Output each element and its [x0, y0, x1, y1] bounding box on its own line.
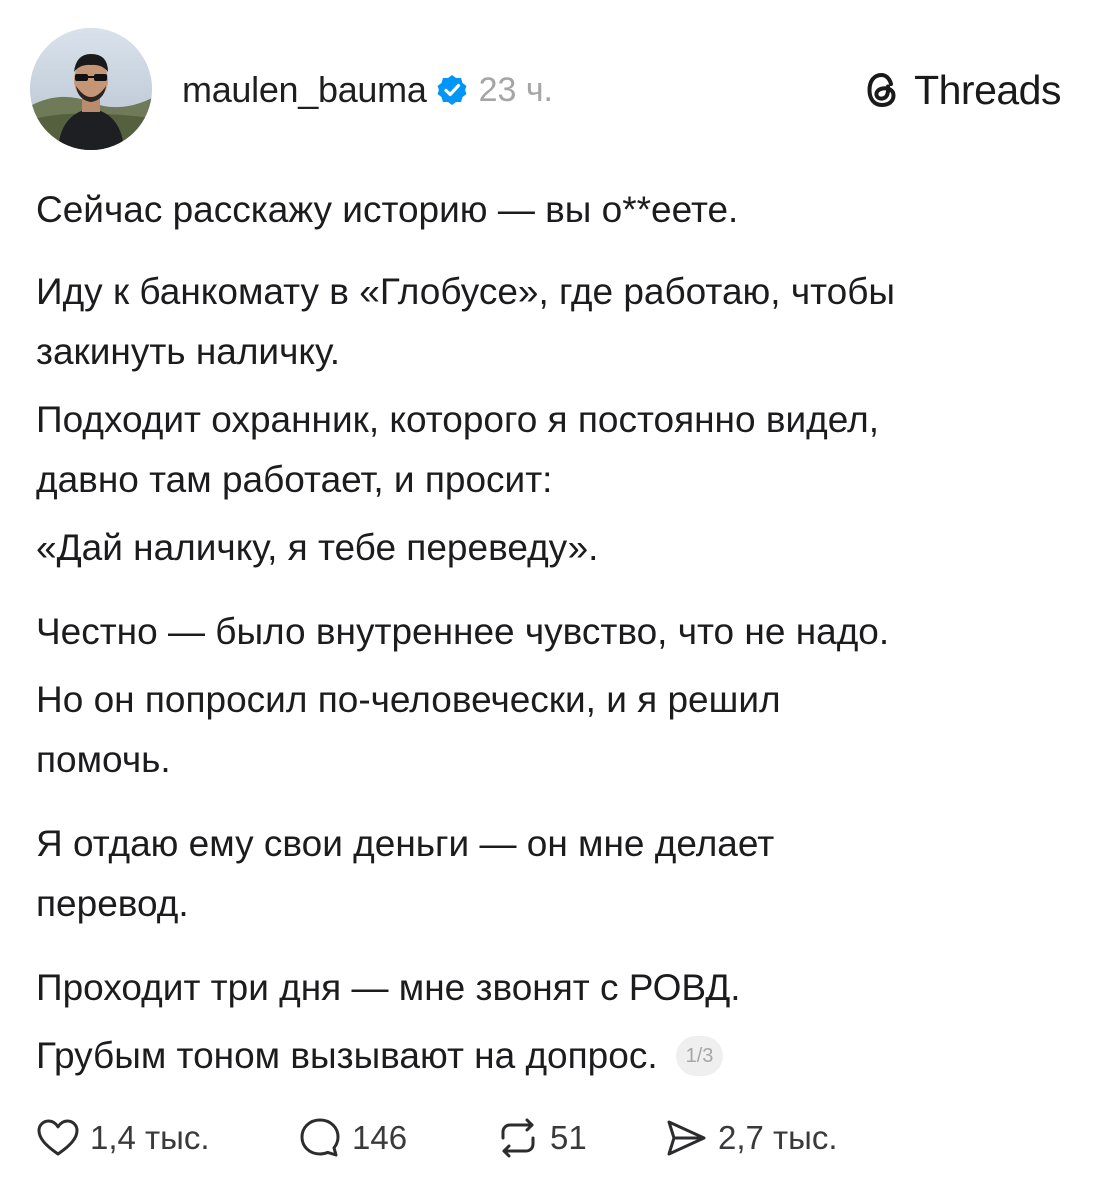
threads-brand: Threads [860, 64, 1061, 116]
send-icon [662, 1114, 710, 1162]
text-line: Честно — было внутреннее чувство, что не… [36, 611, 890, 652]
post-actions: 1,4 тыс. 146 51 2,7 тыс. [34, 1110, 882, 1166]
avatar[interactable] [30, 28, 152, 150]
like-button[interactable]: 1,4 тыс. [34, 1114, 296, 1162]
paragraph: Проходит три дня — мне звонят с РОВД. [36, 958, 1076, 1018]
paragraph: Иду к банкомату в «Глобусе», где работаю… [36, 262, 1076, 382]
paragraph: Сейчас расскажу историю — вы о**еете. [36, 180, 1076, 240]
text-line: Я отдаю ему свои деньги — он мне делает [36, 823, 775, 864]
text-line: закинуть наличку. [36, 331, 341, 372]
post-header: maulen_bauma 23 ч. Threads [30, 28, 1073, 152]
paragraph: Грубым тоном вызывают на допрос. 1/3 [36, 1026, 1076, 1086]
share-count: 2,7 тыс. [718, 1119, 838, 1156]
text-line: Проходит три дня — мне звонят с РОВД. [36, 967, 741, 1008]
threads-label: Threads [914, 66, 1061, 113]
text-line: перевод. [36, 883, 189, 924]
text-line: Подходит охранник, которого я постоянно … [36, 399, 879, 440]
paragraph: Честно — было внутреннее чувство, что не… [36, 602, 1076, 662]
reply-button[interactable]: 146 [296, 1114, 494, 1162]
text-line: Но он попросил по-человечески, и я решил [36, 679, 781, 720]
paragraph: Но он попросил по-человечески, и я решил… [36, 670, 1076, 790]
post-timestamp: 23 ч. [478, 70, 554, 109]
share-button[interactable]: 2,7 тыс. [662, 1114, 882, 1162]
heart-icon [34, 1114, 82, 1162]
repost-count: 51 [550, 1119, 587, 1156]
post-text: Сейчас расскажу историю — вы о**еете. Ид… [36, 180, 1076, 1086]
reply-count: 146 [352, 1119, 408, 1156]
page-indicator-badge: 1/3 [675, 1036, 724, 1076]
paragraph: Я отдаю ему свои деньги — он мне делает … [36, 814, 1076, 934]
avatar-photo [30, 28, 152, 150]
text-line-content: Грубым тоном вызывают на допрос. [36, 1035, 658, 1076]
comment-bubble-icon [296, 1114, 344, 1162]
text-line: Грубым тоном вызывают на допрос. 1/3 [36, 1026, 1076, 1086]
text-line: помочь. [36, 739, 171, 780]
verified-check-icon [435, 73, 469, 107]
like-count: 1,4 тыс. [90, 1119, 210, 1156]
repost-button[interactable]: 51 [494, 1114, 662, 1162]
text-line: Иду к банкомату в «Глобусе», где работаю… [36, 271, 896, 312]
text-line: «Дай наличку, я тебе переведу». [36, 527, 599, 568]
threads-logo-icon [860, 67, 904, 113]
author-line: maulen_bauma 23 ч. [182, 66, 553, 114]
text-line: давно там работает, и просит: [36, 459, 553, 500]
username[interactable]: maulen_bauma [182, 69, 427, 111]
text-line: Сейчас расскажу историю — вы о**еете. [36, 189, 739, 230]
paragraph: Подходит охранник, которого я постоянно … [36, 390, 1076, 510]
repost-arrows-icon [494, 1114, 542, 1162]
paragraph: «Дай наличку, я тебе переведу». [36, 518, 1076, 578]
